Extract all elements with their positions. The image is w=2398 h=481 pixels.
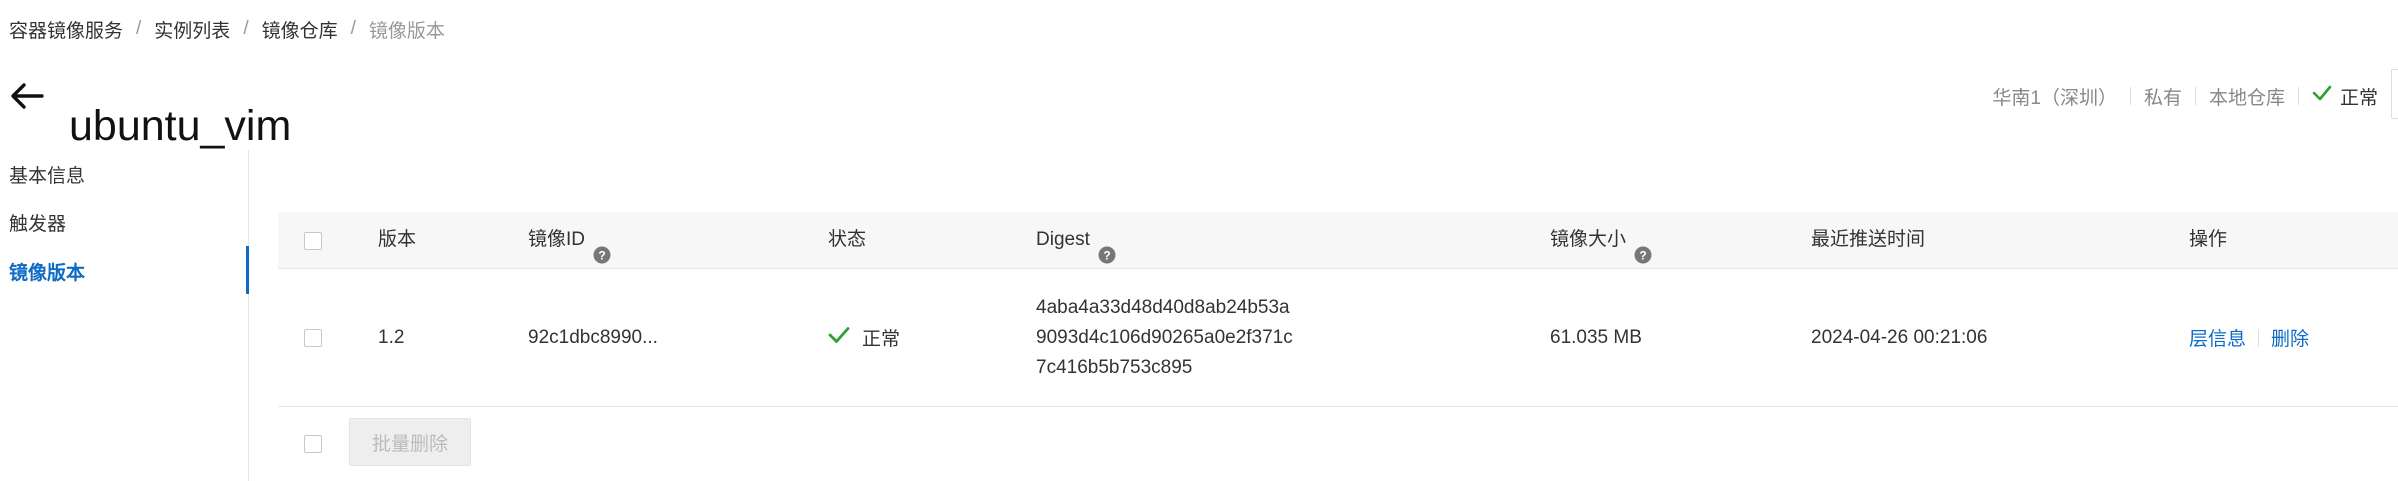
- sidebar-divider: [248, 150, 249, 481]
- visibility-label: 私有: [2143, 87, 2182, 109]
- column-header-digest-label: Digest: [1036, 229, 1090, 250]
- column-header-digest: Digest ?: [1036, 212, 1116, 268]
- divider: [2129, 87, 2131, 105]
- column-header-status: 状态: [828, 229, 867, 250]
- table-header: 版本 镜像ID ? 状态 Digest ? 镜像大小 ? 最近推送时间 操作: [278, 212, 2398, 269]
- column-header-version: 版本: [378, 229, 417, 250]
- divider: [2194, 87, 2196, 105]
- help-icon[interactable]: ?: [1098, 231, 1116, 264]
- breadcrumb-link-repositories[interactable]: 镜像仓库: [262, 16, 338, 43]
- column-header-size-label: 镜像大小: [1550, 229, 1627, 250]
- breadcrumb-separator: /: [350, 18, 356, 39]
- check-icon: [2312, 85, 2332, 107]
- layer-info-link[interactable]: 层信息: [2189, 324, 2246, 351]
- sidebar-active-marker: [246, 246, 249, 294]
- cell-version: 1.2: [378, 326, 405, 348]
- cell-status: 正常: [828, 269, 900, 406]
- column-header-size: 镜像大小 ?: [1550, 212, 1652, 268]
- cell-digest: 4aba4a33d48d40d8ab24b53a 9093d4c106d9026…: [1036, 269, 1293, 406]
- divider: [2297, 87, 2299, 105]
- sidebar: [0, 150, 248, 481]
- digest-line: 4aba4a33d48d40d8ab24b53a: [1036, 296, 1290, 318]
- breadcrumb-separator: /: [136, 18, 142, 39]
- breadcrumb-separator: /: [243, 18, 249, 39]
- repo-status-text: 正常: [2339, 87, 2378, 109]
- header-action-button-edge[interactable]: [2391, 69, 2398, 119]
- batch-delete-button[interactable]: 批量删除: [349, 418, 471, 466]
- breadcrumb-link-instances[interactable]: 实例列表: [154, 16, 230, 43]
- table-row: 1.2 92c1dbc8990... 正常 4aba4a33d48d40d8ab…: [278, 269, 2398, 407]
- cell-size: 61.035 MB: [1550, 326, 1642, 348]
- select-all-checkbox[interactable]: [304, 232, 322, 250]
- column-header-image-id: 镜像ID ?: [528, 212, 611, 268]
- svg-text:?: ?: [598, 249, 605, 263]
- repo-type-label: 本地仓库: [2208, 87, 2285, 109]
- cell-actions: 层信息 删除: [2189, 269, 2309, 406]
- column-header-pushed-time: 最近推送时间: [1811, 229, 1926, 250]
- footer-select-all-checkbox[interactable]: [304, 435, 322, 453]
- divider: [2258, 328, 2260, 347]
- help-icon[interactable]: ?: [1634, 231, 1652, 264]
- sidebar-item-basic-info[interactable]: 基本信息: [9, 165, 85, 189]
- help-icon[interactable]: ?: [593, 231, 611, 264]
- row-checkbox[interactable]: [304, 329, 322, 347]
- region-label: 华南1（深圳）: [1992, 87, 2117, 109]
- breadcrumb: 容器镜像服务 / 实例列表 / 镜像仓库 / 镜像版本: [9, 15, 445, 43]
- sidebar-item-triggers[interactable]: 触发器: [9, 213, 66, 237]
- cell-pushed-time: 2024-04-26 00:21:06: [1811, 326, 1988, 348]
- page-title: ubuntu_vim: [69, 101, 292, 150]
- repo-meta: 华南1（深圳） 私有 本地仓库 正常: [1992, 80, 2378, 112]
- cell-status-text: 正常: [862, 329, 901, 350]
- digest-line: 9093d4c106d90265a0e2f371c: [1036, 326, 1293, 348]
- back-arrow-icon[interactable]: [9, 80, 45, 112]
- delete-link[interactable]: 删除: [2271, 324, 2309, 351]
- cell-image-id: 92c1dbc8990...: [528, 326, 658, 348]
- sidebar-item-image-versions[interactable]: 镜像版本: [9, 262, 85, 286]
- breadcrumb-current: 镜像版本: [368, 20, 445, 42]
- check-icon: [828, 326, 850, 350]
- column-header-actions: 操作: [2189, 229, 2228, 250]
- digest-line: 7c416b5b753c895: [1036, 356, 1193, 378]
- repo-status: 正常: [2312, 83, 2378, 110]
- svg-text:?: ?: [1103, 249, 1110, 263]
- svg-text:?: ?: [1639, 249, 1646, 263]
- column-header-image-id-label: 镜像ID: [528, 229, 586, 250]
- breadcrumb-link-service[interactable]: 容器镜像服务: [9, 16, 123, 43]
